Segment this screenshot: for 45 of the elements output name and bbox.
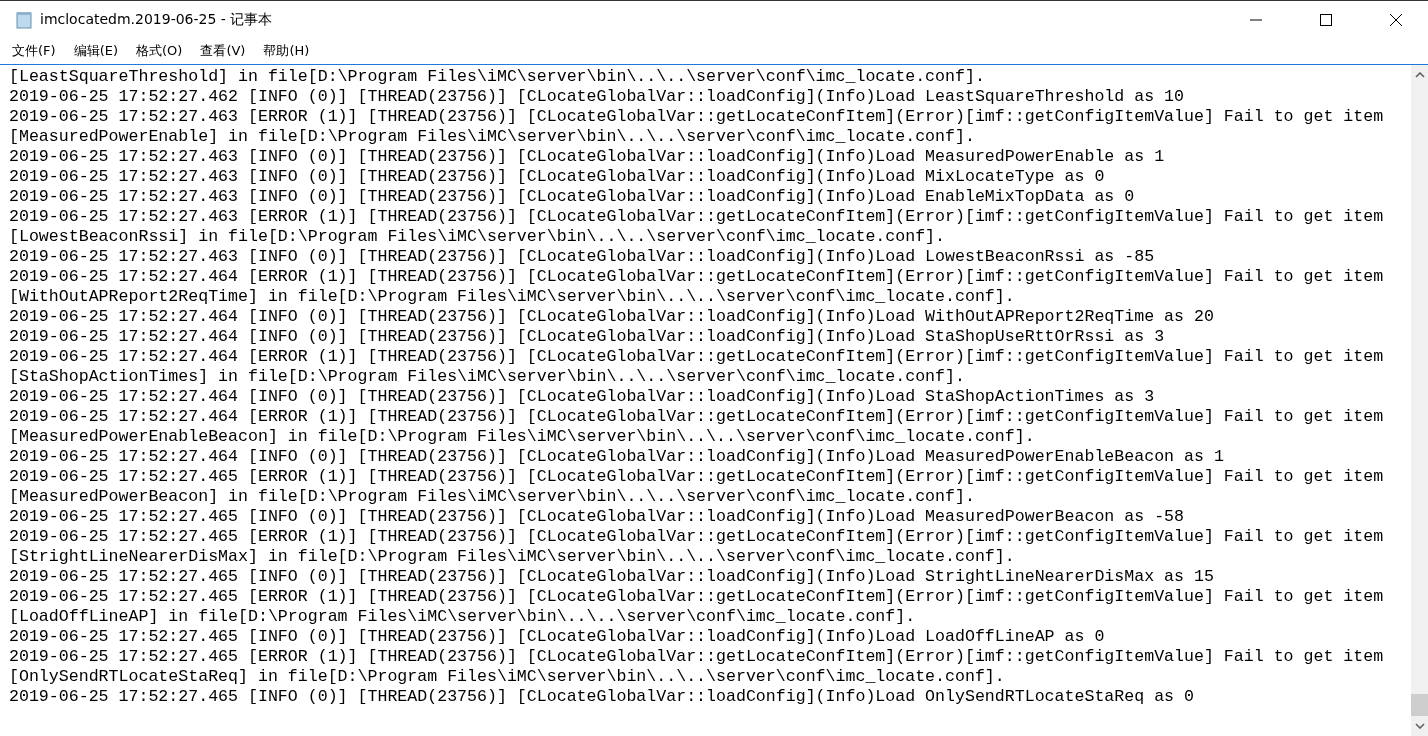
log-line: [OnlySendRTLocateStaReq] in file[D:\Program Files\iMC\server\bin\..\..\server\conf\imc_locate.conf]. xyxy=(9,667,1006,687)
log-line: 2019-06-25 17:52:27.464 [ERROR (1)] [THREAD(23756)] [CLocateGlobalVar::getLocateConfItem](Error)[imf::getConfigItemValue] Fail to get item xyxy=(9,267,1385,287)
log-line: 2019-06-25 17:52:27.465 [INFO (0)] [THREAD(23756)] [CLocateGlobalVar::loadConfig](Info)Load LoadOffLineAP as 0 xyxy=(9,627,1106,647)
log-line: 2019-06-25 17:52:27.464 [INFO (0)] [THREAD(23756)] [CLocateGlobalVar::loadConfig](Info)Load MeasuredPowerEnableBeacon as 1 xyxy=(9,447,1225,467)
log-line: 2019-06-25 17:52:27.465 [ERROR (1)] [THREAD(23756)] [CLocateGlobalVar::getLocateConfItem](Error)[imf::getConfigItemValue] Fail to get item xyxy=(9,527,1385,547)
scroll-down-icon[interactable] xyxy=(1414,723,1425,729)
scrollbar[interactable] xyxy=(1411,65,1428,736)
log-line: 2019-06-25 17:52:27.464 [ERROR (1)] [THREAD(23756)] [CLocateGlobalVar::getLocateConfItem](Error)[imf::getConfigItemValue] Fail to get item xyxy=(9,347,1385,367)
close-icon[interactable] xyxy=(1390,13,1402,26)
log-line: 2019-06-25 17:52:27.465 [INFO (0)] [THREAD(23756)] [CLocateGlobalVar::loadConfig](Info)Load OnlySendRTLocateStaReq as 0 xyxy=(9,687,1195,707)
maximize-icon[interactable] xyxy=(1320,13,1332,26)
log-line: 2019-06-25 17:52:27.464 [INFO (0)] [THREAD(23756)] [CLocateGlobalVar::loadConfig](Info)Load StaShopActionTimes as 3 xyxy=(9,387,1156,407)
log-line: 2019-06-25 17:52:27.465 [ERROR (1)] [THREAD(23756)] [CLocateGlobalVar::getLocateConfItem](Error)[imf::getConfigItemValue] Fail to get item xyxy=(9,467,1385,487)
log-line: [StaShopActionTimes] in file[D:\Program Files\iMC\server\bin\..\..\server\conf\imc_locate.conf]. xyxy=(9,367,966,387)
log-line: [MeasuredPowerEnableBeacon] in file[D:\Program Files\iMC\server\bin\..\..\server\conf\imc_locate.conf]. xyxy=(9,427,1036,447)
log-line: [MeasuredPowerBeacon] in file[D:\Program Files\iMC\server\bin\..\..\server\conf\imc_locate.conf]. xyxy=(9,487,976,507)
log-line: 2019-06-25 17:52:27.463 [INFO (0)] [THREAD(23756)] [CLocateGlobalVar::loadConfig](Info)Load MeasuredPowerEnable as 1 xyxy=(9,147,1166,167)
log-line: [LoadOffLineAP] in file[D:\Program Files\iMC\server\bin\..\..\server\conf\imc_locate.conf]. xyxy=(9,607,917,627)
log-line: [LowestBeaconRssi] in file[D:\Program Files\iMC\server\bin\..\..\server\conf\imc_locate.conf]. xyxy=(9,227,947,247)
menu-item[interactable]: 文件(F) xyxy=(12,42,56,60)
log-line: 2019-06-25 17:52:27.465 [INFO (0)] [THREAD(23756)] [CLocateGlobalVar::loadConfig](Info)Load StrightLineNearerDisMax as 15 xyxy=(9,567,1215,587)
log-line: [LeastSquareThreshold] in file[D:\Program Files\iMC\server\bin\..\..\server\conf\imc_locate.conf]. xyxy=(9,67,986,87)
log-line: 2019-06-25 17:52:27.465 [ERROR (1)] [THREAD(23756)] [CLocateGlobalVar::getLocateConfItem](Error)[imf::getConfigItemValue] Fail to get item xyxy=(9,647,1385,667)
log-line: 2019-06-25 17:52:27.465 [ERROR (1)] [THREAD(23756)] [CLocateGlobalVar::getLocateConfItem](Error)[imf::getConfigItemValue] Fail to get item xyxy=(9,587,1385,607)
scroll-thumb[interactable] xyxy=(1411,694,1428,716)
log-line: 2019-06-25 17:52:27.464 [ERROR (1)] [THREAD(23756)] [CLocateGlobalVar::getLocateConfItem](Error)[imf::getConfigItemValue] Fail to get item xyxy=(9,407,1385,427)
log-line: [WithOutAPReport2ReqTime] in file[D:\Program Files\iMC\server\bin\..\..\server\conf\imc_locate.conf]. xyxy=(9,287,1016,307)
log-line: 2019-06-25 17:52:27.464 [INFO (0)] [THREAD(23756)] [CLocateGlobalVar::loadConfig](Info)Load WithOutAPReport2ReqTime as 20 xyxy=(9,307,1215,327)
log-line: 2019-06-25 17:52:27.464 [INFO (0)] [THREAD(23756)] [CLocateGlobalVar::loadConfig](Info)Load StaShopUseRttOrRssi as 3 xyxy=(9,327,1166,347)
log-line: [MeasuredPowerEnable] in file[D:\Program Files\iMC\server\bin\..\..\server\conf\imc_locate.conf]. xyxy=(9,127,976,147)
log-line: [StrightLineNearerDisMax] in file[D:\Program Files\iMC\server\bin\..\..\server\conf\imc_locate.conf]. xyxy=(9,547,1016,567)
menu-item[interactable]: 编辑(E) xyxy=(73,42,118,60)
menu-item[interactable]: 查看(V) xyxy=(200,42,246,60)
log-line: 2019-06-25 17:52:27.463 [INFO (0)] [THREAD(23756)] [CLocateGlobalVar::loadConfig](Info)Load LowestBeaconRssi as -85 xyxy=(9,247,1156,267)
log-line: 2019-06-25 17:52:27.463 [ERROR (1)] [THREAD(23756)] [CLocateGlobalVar::getLocateConfItem](Error)[imf::getConfigItemValue] Fail to get item xyxy=(9,107,1385,127)
menu-item[interactable]: 格式(O) xyxy=(136,42,183,60)
window-title: imclocatedm.2019-06-25 - 记事本 xyxy=(40,10,273,29)
notepad-icon xyxy=(16,10,32,29)
log-line: 2019-06-25 17:52:27.463 [INFO (0)] [THREAD(23756)] [CLocateGlobalVar::loadConfig](Info)Load MixLocateType as 0 xyxy=(9,167,1106,187)
scroll-up-icon[interactable] xyxy=(1414,72,1425,78)
log-line: 2019-06-25 17:52:27.465 [INFO (0)] [THREAD(23756)] [CLocateGlobalVar::loadConfig](Info)Load MeasuredPowerBeacon as -58 xyxy=(9,507,1186,527)
menu-item[interactable]: 帮助(H) xyxy=(263,42,310,60)
log-line: 2019-06-25 17:52:27.463 [INFO (0)] [THREAD(23756)] [CLocateGlobalVar::loadConfig](Info)Load EnableMixTopData as 0 xyxy=(9,187,1136,207)
log-line: 2019-06-25 17:52:27.463 [ERROR (1)] [THREAD(23756)] [CLocateGlobalVar::getLocateConfItem](Error)[imf::getConfigItemValue] Fail to get item xyxy=(9,207,1385,227)
log-line: 2019-06-25 17:52:27.462 [INFO (0)] [THREAD(23756)] [CLocateGlobalVar::loadConfig](Info)Load LeastSquareThreshold as 10 xyxy=(9,87,1186,107)
